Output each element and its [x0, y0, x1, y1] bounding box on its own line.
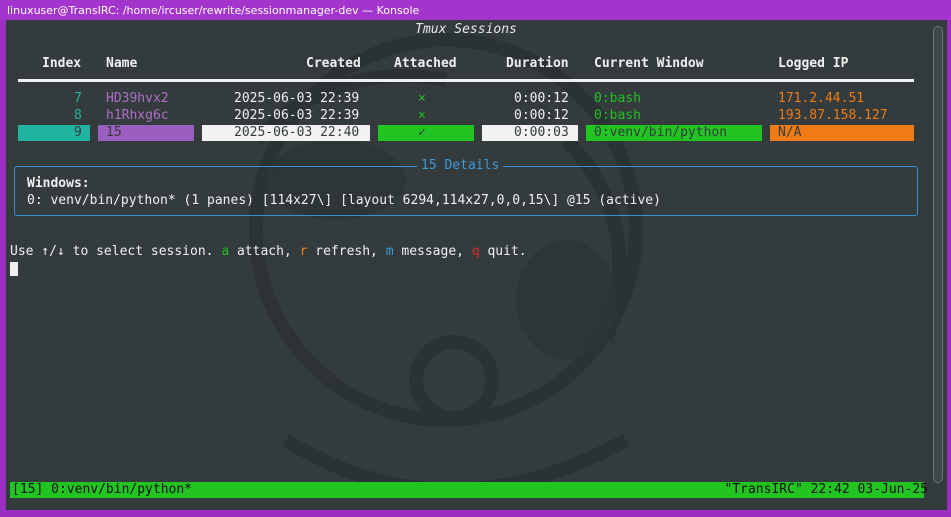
row-created: 2025-06-03 22:40	[202, 125, 370, 141]
app-heading: Tmux Sessions	[415, 22, 517, 37]
table-row-selected[interactable]: 9 15 2025-06-03 22:40 ✓ 0:00:03 0:venv/b…	[6, 125, 926, 141]
row-duration: 0:00:03	[482, 125, 578, 141]
window-title[interactable]: linuxuser@TransIRC: /home/ircuser/rewrit…	[0, 0, 951, 20]
header-duration[interactable]: Duration	[506, 56, 569, 72]
details-panel: 15 Details Windows: 0: venv/bin/python* …	[14, 158, 918, 216]
row-created: 2025-06-03 22:39	[234, 108, 360, 123]
row-current-window: 0:bash	[594, 91, 641, 106]
row-current-window: 0:bash	[594, 108, 641, 123]
row-current-window: 0:venv/bin/python	[586, 125, 762, 141]
terminal-area[interactable]: Tmux Sessions Index Name Created Attache…	[6, 20, 947, 510]
row-created: 2025-06-03 22:39	[234, 91, 360, 106]
row-duration: 0:00:12	[514, 108, 569, 123]
status-host-time: "TransIRC" 22:42 03-Jun-25	[724, 482, 929, 497]
row-duration: 0:00:12	[514, 91, 569, 106]
row-logged-ip: N/A	[770, 125, 914, 141]
row-index: 7	[74, 91, 82, 106]
row-index: 8	[74, 108, 82, 123]
help-line: Use ↑/↓ to select session. a attach, r r…	[10, 244, 527, 259]
quit-key: q	[471, 244, 480, 259]
row-logged-ip: 193.87.158.127	[778, 108, 888, 123]
attach-key: a	[221, 244, 230, 259]
header-name[interactable]: Name	[106, 56, 137, 72]
row-name: HD39hvx2	[106, 91, 169, 106]
row-name: h1Rhxg6c	[106, 108, 169, 123]
row-name: 15	[98, 125, 194, 141]
table-row[interactable]: 8 h1Rhxg6c 2025-06-03 22:39 × 0:00:12 0:…	[6, 108, 926, 124]
row-logged-ip: 171.2.44.51	[778, 91, 865, 106]
status-window-list[interactable]: [15] 0:venv/bin/python*	[12, 482, 192, 498]
tmux-status-bar: [15] 0:venv/bin/python* "TransIRC" 22:42…	[10, 482, 928, 498]
message-text: message,	[393, 244, 472, 259]
row-attached: ✓	[378, 125, 474, 141]
details-label: Windows:	[27, 176, 90, 191]
row-attached: ×	[418, 108, 426, 123]
row-index: 9	[18, 125, 90, 141]
header-index[interactable]: Index	[42, 56, 81, 72]
vertical-scrollbar[interactable]	[933, 26, 943, 483]
quit-text: quit.	[479, 244, 527, 259]
header-created[interactable]: Created	[306, 56, 361, 72]
header-attached[interactable]: Attached	[394, 56, 457, 72]
help-prefix: Use ↑/↓ to select session.	[10, 244, 222, 259]
details-windows-line: 0: venv/bin/python* (1 panes) [114x27\] …	[27, 193, 661, 208]
message-key: m	[385, 244, 394, 259]
attach-text: attach,	[229, 244, 300, 259]
table-row[interactable]: 7 HD39hvx2 2025-06-03 22:39 × 0:00:12 0:…	[6, 91, 926, 107]
header-divider	[18, 79, 914, 82]
header-logged-ip[interactable]: Logged IP	[778, 56, 848, 72]
row-attached: ×	[418, 91, 426, 106]
text-cursor	[10, 262, 18, 276]
header-current-window[interactable]: Current Window	[594, 56, 704, 72]
details-title: 15 Details	[417, 158, 504, 174]
table-header: Index Name Created Attached Duration Cur…	[6, 56, 926, 72]
konsole-window: linuxuser@TransIRC: /home/ircuser/rewrit…	[0, 0, 951, 517]
refresh-text: refresh,	[307, 244, 386, 259]
